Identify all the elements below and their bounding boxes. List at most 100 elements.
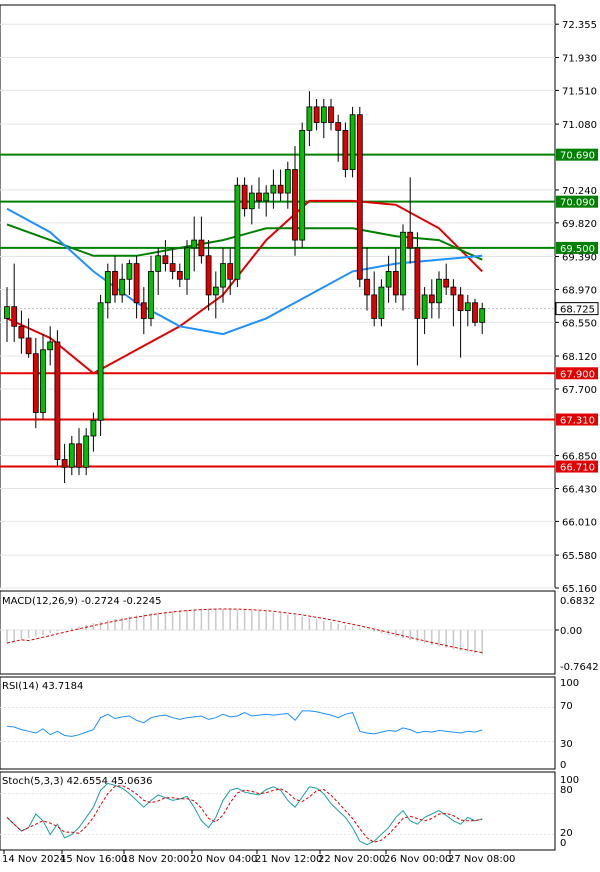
rsi-tick-70: 70 <box>560 701 573 712</box>
x-tick-label: 14 Nov 2024 <box>2 854 66 865</box>
y-tick-label: 65.160 <box>562 584 597 595</box>
candle-body <box>371 294 378 319</box>
candle-body <box>378 286 385 319</box>
candle-body <box>400 231 406 296</box>
candle-body <box>356 114 363 280</box>
candle-body <box>464 302 471 312</box>
y-tick-label: 65.580 <box>562 551 597 562</box>
candle-body <box>443 278 450 288</box>
candle-body <box>313 106 320 123</box>
candle-body <box>155 255 162 272</box>
x-tick-label: 21 Nov 12:00 <box>255 854 322 865</box>
candle-body <box>227 263 234 280</box>
candle-body <box>270 184 277 194</box>
x-tick-label: 15 Nov 16:00 <box>60 854 127 865</box>
candle-body <box>436 278 442 304</box>
candle-body <box>191 239 198 249</box>
candle-body <box>76 443 82 468</box>
candle-body <box>256 192 262 202</box>
candle-body <box>407 231 414 249</box>
y-tick-label: 66.010 <box>562 517 597 528</box>
candle-body <box>306 106 313 131</box>
level-label: 67.310 <box>560 416 595 427</box>
candle-body <box>32 353 39 413</box>
x-tick-label: 22 Nov 20:00 <box>318 854 385 865</box>
stoch-tick-80: 80 <box>560 785 573 796</box>
candle-body <box>284 169 291 194</box>
y-tick-label: 71.930 <box>562 54 597 65</box>
candle-body <box>385 271 392 288</box>
candle-body <box>220 263 226 288</box>
candle-body <box>428 294 435 304</box>
candle-body <box>25 337 32 355</box>
y-tick-label: 69.390 <box>562 253 597 264</box>
candle-body <box>205 255 212 296</box>
candle-body <box>277 184 284 194</box>
candle-body <box>90 419 97 437</box>
y-tick-label: 66.430 <box>562 484 597 495</box>
candle-body <box>61 459 68 468</box>
candle-body <box>414 247 421 319</box>
candle-body <box>450 286 457 296</box>
candle-body <box>263 192 270 202</box>
candle-body <box>83 435 90 468</box>
candle-body <box>112 271 118 296</box>
candle-body <box>184 247 190 280</box>
price-panel[interactable] <box>0 4 556 589</box>
y-tick-label: 72.355 <box>562 20 597 31</box>
current-price-label: 68.725 <box>560 305 595 316</box>
candle-body <box>299 129 306 241</box>
candle-body <box>119 278 126 296</box>
candle-body <box>104 271 111 304</box>
candle-body <box>349 114 356 170</box>
candle-body <box>169 263 176 272</box>
candle-body <box>479 308 486 323</box>
candle-body <box>97 302 104 421</box>
candle-body <box>11 306 18 327</box>
y-tick-label: 66.850 <box>562 452 597 463</box>
macd-tick-top: 0.6832 <box>560 596 595 607</box>
candle-body <box>47 341 54 351</box>
candle-body <box>140 302 147 319</box>
forex-chart: 70.69070.09069.50067.90067.31066.71068.7… <box>0 0 600 872</box>
candle-body <box>421 294 428 319</box>
candle-body <box>198 239 205 257</box>
y-tick-label: 68.120 <box>562 352 597 363</box>
candle-body <box>292 169 298 241</box>
candle-body <box>392 271 399 296</box>
candle-body <box>342 129 349 170</box>
candle-body <box>148 271 154 319</box>
candle-body <box>162 255 169 264</box>
candle-body <box>248 192 255 210</box>
candle-body <box>40 349 46 413</box>
rsi-tick-100: 100 <box>560 678 579 689</box>
x-tick-label: 20 Nov 04:00 <box>190 854 257 865</box>
macd-label: MACD(12,26,9) -0.2724 -0.2245 <box>2 596 162 607</box>
y-tick-label: 68.970 <box>562 285 597 296</box>
x-tick-label: 26 Nov 00:00 <box>384 854 451 865</box>
level-label: 67.900 <box>560 369 595 380</box>
candle-body <box>335 122 342 131</box>
x-tick-label: 27 Nov 08:00 <box>448 854 515 865</box>
candle-body <box>126 263 133 280</box>
y-tick-label: 71.510 <box>562 86 597 97</box>
candle-body <box>241 184 248 210</box>
level-label: 66.710 <box>560 463 595 474</box>
candle-body <box>364 278 370 296</box>
candle-body <box>234 184 241 280</box>
y-tick-label: 70.240 <box>562 186 597 197</box>
macd-tick-zero: 0.00 <box>560 626 582 637</box>
candle-body <box>4 306 10 319</box>
level-label: 70.090 <box>560 198 595 209</box>
stoch-label: Stoch(5,3,3) 42.6554 45.0636 <box>2 776 153 787</box>
rsi-tick-30: 30 <box>560 739 573 750</box>
stoch-tick-0: 0 <box>560 838 566 849</box>
candle-body <box>457 294 464 312</box>
candle-body <box>328 106 334 123</box>
candle-body <box>54 341 61 460</box>
y-tick-label: 71.080 <box>562 120 597 131</box>
candle-body <box>18 325 25 339</box>
y-tick-label: 69.820 <box>562 219 597 230</box>
rsi-label: RSI(14) 43.7184 <box>2 681 83 692</box>
y-tick-label: 67.700 <box>562 385 597 396</box>
